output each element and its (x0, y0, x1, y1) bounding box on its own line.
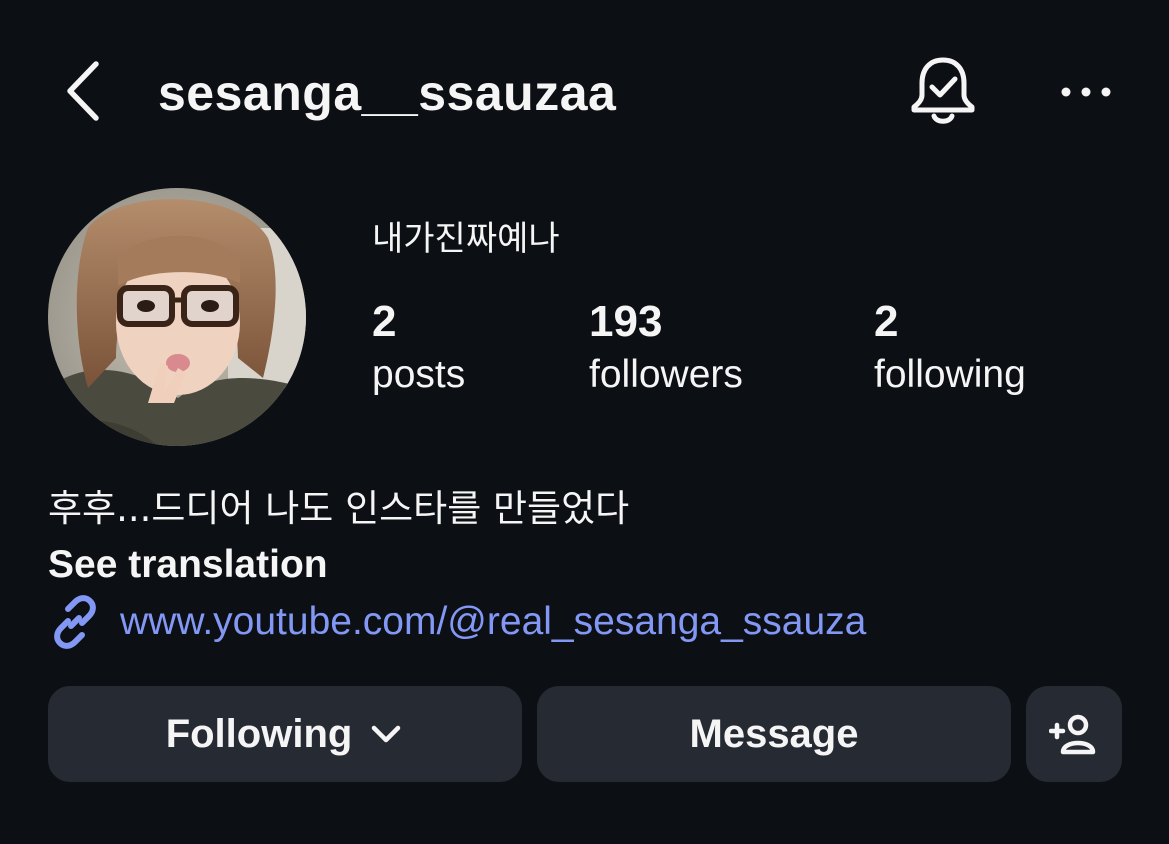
more-horizontal-icon (1061, 87, 1111, 97)
avatar[interactable] (48, 188, 306, 446)
display-name: 내가진짜예나 (372, 219, 560, 259)
add-user-button[interactable] (1026, 686, 1122, 782)
message-button[interactable]: Message (537, 686, 1011, 782)
following-button-label: Following (165, 711, 353, 756)
posts-label: posts (372, 353, 466, 396)
chevron-down-icon (372, 725, 401, 743)
see-translation-link[interactable]: See translation (48, 538, 328, 592)
add-person-icon (1049, 714, 1096, 755)
back-button[interactable] (58, 56, 108, 126)
chevron-left-icon (67, 61, 99, 121)
following-stat[interactable]: 2 following (874, 294, 1026, 400)
followers-stat[interactable]: 193 followers (589, 294, 743, 400)
posts-count: 2 (372, 297, 397, 346)
bell-check-icon (911, 57, 975, 124)
notifications-button[interactable] (906, 52, 980, 130)
following-button[interactable]: Following (48, 686, 522, 782)
followers-label: followers (589, 353, 743, 396)
posts-stat[interactable]: 2 posts (372, 294, 465, 400)
link-icon (54, 595, 96, 649)
following-count: 2 (874, 297, 899, 346)
avatar-photo (48, 188, 306, 446)
bio-text: 후후...드디어 나도 인스타를 만들었다 (48, 487, 630, 530)
profile-username: sesanga__ssauzaa (158, 65, 617, 121)
followers-count: 193 (589, 297, 663, 346)
external-link[interactable]: www.youtube.com/@real_sesanga_ssauza (48, 594, 866, 650)
link-url: www.youtube.com/@real_sesanga_ssauza (120, 600, 867, 643)
profile-page: sesanga__ssauzaa 내가진짜예나 2 posts 193 foll… (0, 0, 1169, 844)
more-options-button[interactable] (1056, 72, 1116, 112)
following-label: following (874, 353, 1026, 396)
message-button-label: Message (689, 711, 859, 756)
